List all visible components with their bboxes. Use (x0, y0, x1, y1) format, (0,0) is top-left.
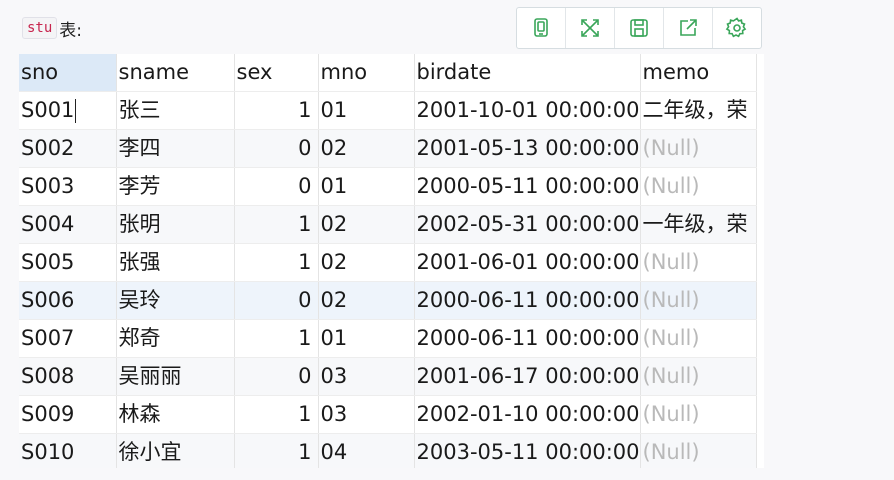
cell-sex[interactable]: 1 (234, 433, 319, 468)
cell-memo[interactable]: (Null) (640, 319, 757, 358)
cell-sno[interactable]: S010 (19, 433, 117, 468)
cell-sname[interactable]: 张明 (116, 205, 235, 244)
column-header-mno[interactable]: mno (318, 54, 415, 92)
table-row[interactable]: S004 张明 1 02 2002-05-31 00:00:00 一年级，荣 (19, 205, 757, 244)
cell-mno[interactable]: 02 (318, 281, 415, 320)
cell-memo[interactable]: (Null) (640, 281, 757, 320)
cell-sname[interactable]: 张强 (116, 243, 235, 282)
cell-memo[interactable]: (Null) (640, 357, 757, 396)
cell-mno[interactable]: 02 (318, 205, 415, 244)
table-row[interactable]: S008 吴丽丽 0 03 2001-06-17 00:00:00 (Null) (19, 357, 757, 396)
cell-sno[interactable]: S009 (19, 395, 117, 434)
cell-birdate[interactable]: 2001-10-01 00:00:00 (414, 91, 641, 130)
cell-birdate[interactable]: 2001-06-01 00:00:00 (414, 243, 641, 282)
cell-sname[interactable]: 徐小宜 (116, 433, 235, 468)
table-row[interactable]: S001 张三 1 01 2001-10-01 00:00:00 二年级，荣 (19, 91, 757, 130)
share-button[interactable] (664, 8, 713, 48)
cell-sex[interactable]: 0 (234, 129, 319, 168)
settings-button[interactable] (713, 8, 761, 48)
cell-mno[interactable]: 01 (318, 91, 415, 130)
cell-sex[interactable]: 1 (234, 205, 319, 244)
table-row[interactable]: S003 李芳 0 01 2000-05-11 00:00:00 (Null) (19, 167, 757, 206)
column-header-sno[interactable]: sno (19, 54, 117, 92)
cell-sex[interactable]: 0 (234, 357, 319, 396)
cell-birdate[interactable]: 2000-06-11 00:00:00 (414, 281, 641, 320)
cell-birdate[interactable]: 2003-05-11 00:00:00 (414, 433, 641, 468)
result-toolbar (516, 7, 762, 49)
cell-mno[interactable]: 04 (318, 433, 415, 468)
column-header-memo[interactable]: memo (640, 54, 757, 92)
cell-sname[interactable]: 李四 (116, 129, 235, 168)
cell-sex[interactable]: 0 (234, 281, 319, 320)
table-row[interactable]: S010 徐小宜 1 04 2003-05-11 00:00:00 (Null) (19, 433, 757, 468)
cell-sex[interactable]: 1 (234, 395, 319, 434)
cell-sex[interactable]: 1 (234, 91, 319, 130)
cell-birdate[interactable]: 2002-01-10 00:00:00 (414, 395, 641, 434)
cell-sno[interactable]: S005 (19, 243, 117, 282)
cell-sno[interactable]: S002 (19, 129, 117, 168)
cell-sname[interactable]: 林森 (116, 395, 235, 434)
save-icon (630, 19, 648, 37)
cell-sno[interactable]: S006 (19, 281, 117, 320)
column-header-birdate[interactable]: birdate (414, 54, 641, 92)
text-cursor (75, 99, 77, 123)
table-row[interactable]: S002 李四 0 02 2001-05-13 00:00:00 (Null) (19, 129, 757, 168)
cell-memo[interactable]: (Null) (640, 433, 757, 468)
cell-mno[interactable]: 03 (318, 357, 415, 396)
fullscreen-button[interactable] (566, 8, 615, 48)
cell-mno[interactable]: 03 (318, 395, 415, 434)
cell-memo[interactable]: 一年级，荣 (640, 205, 757, 244)
table-caption: stu 表: (22, 16, 83, 41)
cell-sno[interactable]: S008 (19, 357, 117, 396)
cell-memo[interactable]: (Null) (640, 129, 757, 168)
cell-sno[interactable]: S007 (19, 319, 117, 358)
cell-memo[interactable]: (Null) (640, 395, 757, 434)
cell-sname[interactable]: 张三 (116, 91, 235, 130)
cell-mno[interactable]: 02 (318, 243, 415, 282)
caption-text: 表: (59, 20, 83, 41)
cell-birdate[interactable]: 2001-06-17 00:00:00 (414, 357, 641, 396)
table-row[interactable]: S005 张强 1 02 2001-06-01 00:00:00 (Null) (19, 243, 757, 282)
cell-sname[interactable]: 吴玲 (116, 281, 235, 320)
cell-sno[interactable]: S001 (19, 91, 117, 130)
cell-birdate[interactable]: 2001-05-13 00:00:00 (414, 129, 641, 168)
data-table: sno sname sex mno birdate memo S001 张三 1 01… (19, 54, 757, 468)
cell-sname[interactable]: 李芳 (116, 167, 235, 206)
cell-birdate[interactable]: 2002-05-31 00:00:00 (414, 205, 641, 244)
table-row[interactable]: S009 林森 1 03 2002-01-10 00:00:00 (Null) (19, 395, 757, 434)
share-icon (680, 19, 697, 36)
copy-button[interactable] (517, 8, 566, 48)
cell-mno[interactable]: 02 (318, 129, 415, 168)
cell-memo[interactable]: (Null) (640, 243, 757, 282)
cell-sno[interactable]: S003 (19, 167, 117, 206)
cell-sex[interactable]: 0 (234, 167, 319, 206)
cell-sex[interactable]: 1 (234, 243, 319, 282)
cell-memo[interactable]: (Null) (640, 167, 757, 206)
save-button[interactable] (615, 8, 664, 48)
header-row: sno sname sex mno birdate memo (19, 54, 757, 92)
column-header-sname[interactable]: sname (116, 54, 235, 92)
column-header-sex[interactable]: sex (234, 54, 319, 92)
cell-sname[interactable]: 吴丽丽 (116, 357, 235, 396)
cell-mno[interactable]: 01 (318, 167, 415, 206)
cell-sno[interactable]: S004 (19, 205, 117, 244)
cell-memo[interactable]: 二年级，荣 (640, 91, 757, 130)
table-name-code: stu (22, 17, 58, 39)
copy-icon (534, 18, 548, 37)
table-row[interactable]: S007 郑奇 1 01 2000-06-11 00:00:00 (Null) (19, 319, 757, 358)
expand-icon (581, 19, 599, 37)
cell-sname[interactable]: 郑奇 (116, 319, 235, 358)
cell-mno[interactable]: 01 (318, 319, 415, 358)
gear-icon (725, 17, 747, 38)
table-row[interactable]: S006 吴玲 0 02 2000-06-11 00:00:00 (Null) (19, 281, 757, 320)
cell-sex[interactable]: 1 (234, 319, 319, 358)
cell-birdate[interactable]: 2000-06-11 00:00:00 (414, 319, 641, 358)
result-grid: sno sname sex mno birdate memo S001 张三 1 01… (19, 54, 764, 468)
cell-birdate[interactable]: 2000-05-11 00:00:00 (414, 167, 641, 206)
